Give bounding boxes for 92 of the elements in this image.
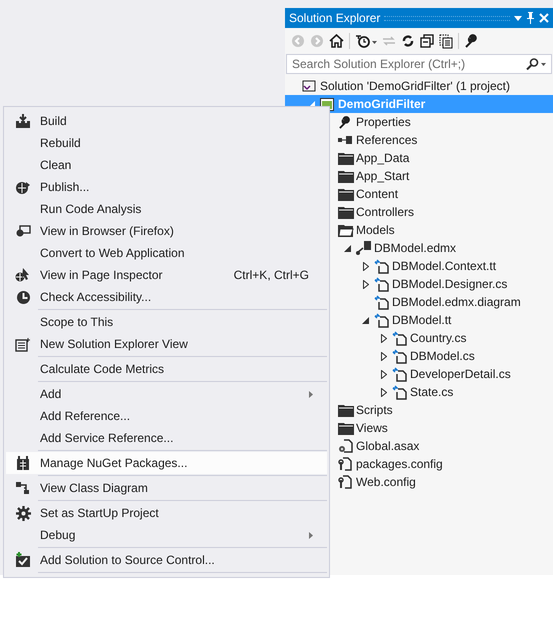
tree-item[interactable]: Web.config xyxy=(356,473,416,491)
folder-icon xyxy=(338,224,354,236)
config-file-icon xyxy=(338,457,353,471)
window-list-icon xyxy=(15,336,31,352)
search-field[interactable]: Search Solution Explorer (Ctrl+;) xyxy=(286,54,552,74)
menu-item[interactable]: Run Code Analysis xyxy=(6,198,327,220)
expanded-arrow-icon[interactable] xyxy=(344,244,351,252)
tree-item[interactable]: Content xyxy=(356,185,398,203)
tree-item[interactable]: Scripts xyxy=(356,401,393,419)
generated-file-icon xyxy=(374,276,389,292)
model-icon xyxy=(356,241,372,255)
tree-item[interactable]: DBModel.Context.tt xyxy=(392,257,496,275)
tree-item[interactable]: App_Data xyxy=(356,149,410,167)
folder-icon xyxy=(338,206,354,218)
tree-item[interactable]: DBModel.tt xyxy=(392,311,452,329)
folder-icon xyxy=(338,152,354,164)
class-diagram-icon xyxy=(15,481,31,495)
menu-item[interactable]: Manage NuGet Packages... xyxy=(6,452,327,474)
menu-item[interactable]: Convert to Web Application xyxy=(6,242,327,264)
collapsed-arrow-icon[interactable] xyxy=(362,262,368,270)
tree-item[interactable]: Solution 'DemoGridFilter' (1 project) xyxy=(320,77,510,95)
tree-item[interactable]: DBModel.cs xyxy=(410,347,475,365)
references-icon xyxy=(338,136,352,144)
globe-cursor-icon xyxy=(15,267,31,283)
close-icon[interactable] xyxy=(539,13,549,23)
generated-file-icon xyxy=(392,330,407,346)
dropdown-icon[interactable] xyxy=(514,16,522,20)
tree-item[interactable]: DBModel.edmx xyxy=(374,239,456,257)
tree-item[interactable]: State.cs xyxy=(410,383,454,401)
menu-item[interactable]: Add Service Reference... xyxy=(6,427,327,449)
tree-item[interactable]: References xyxy=(356,131,418,149)
menu-item[interactable]: Clean xyxy=(6,154,327,176)
expanded-arrow-icon[interactable] xyxy=(362,316,369,324)
collapsed-arrow-icon[interactable] xyxy=(380,334,386,342)
tree-item[interactable]: Views xyxy=(356,419,388,437)
folder-icon xyxy=(338,422,354,434)
tree-item[interactable]: App_Start xyxy=(356,167,410,185)
collapse-all-icon[interactable] xyxy=(420,34,434,48)
tree-item[interactable]: DeveloperDetail.cs xyxy=(410,365,511,383)
globe-icon xyxy=(15,180,31,194)
menu-item[interactable]: Calculate Code Metrics xyxy=(6,358,327,380)
tree-item[interactable]: Properties xyxy=(356,113,411,131)
package-icon xyxy=(16,455,30,471)
menu-item[interactable]: Build xyxy=(6,110,327,132)
window-title: Solution Explorer xyxy=(289,10,380,27)
generated-file-icon xyxy=(392,384,407,400)
tree-item[interactable]: Models xyxy=(356,221,395,239)
menu-item[interactable]: View in Page Inspector Ctrl+K, Ctrl+G xyxy=(6,264,327,286)
show-all-files-icon[interactable] xyxy=(439,34,453,48)
menu-item[interactable]: Add Reference... xyxy=(6,405,327,427)
generated-file-icon xyxy=(374,312,389,328)
tree-item[interactable]: DBModel.Designer.cs xyxy=(392,275,508,293)
generated-file-icon xyxy=(374,258,389,274)
menu-item[interactable]: Rebuild xyxy=(6,132,327,154)
menu-item[interactable]: View Class Diagram xyxy=(6,477,327,499)
collapsed-arrow-icon[interactable] xyxy=(380,370,386,378)
menu-item[interactable]: Check Accessibility... xyxy=(6,286,327,308)
menu-item[interactable]: View in Browser (Firefox) xyxy=(6,220,327,242)
gear-file-icon xyxy=(338,439,353,453)
tree-item[interactable]: Global.asax xyxy=(356,437,420,455)
menu-item[interactable]: Publish... xyxy=(6,176,327,198)
tree-item[interactable]: DBModel.edmx.diagram xyxy=(392,293,521,311)
home-icon[interactable] xyxy=(329,34,344,48)
menu-item[interactable]: Add xyxy=(6,383,327,405)
menu-item[interactable]: New Solution Explorer View xyxy=(6,333,327,355)
collapsed-arrow-icon[interactable] xyxy=(380,352,386,360)
collapsed-arrow-icon[interactable] xyxy=(380,388,386,396)
menu-item[interactable]: Scope to This xyxy=(6,311,327,333)
browser-icon xyxy=(16,225,30,237)
solution-icon xyxy=(302,80,316,92)
clock-icon xyxy=(16,290,30,304)
collapsed-arrow-icon[interactable] xyxy=(362,280,368,288)
pin-icon[interactable] xyxy=(526,12,535,24)
tree-item[interactable]: Country.cs xyxy=(410,329,466,347)
history-icon[interactable] xyxy=(355,34,377,48)
generated-file-icon xyxy=(392,348,407,364)
folder-icon xyxy=(338,170,354,182)
source-control-icon xyxy=(15,552,31,568)
search-icon[interactable] xyxy=(526,58,546,70)
config-file-icon xyxy=(338,475,353,489)
refresh-icon[interactable] xyxy=(401,34,415,48)
build-icon xyxy=(15,113,31,129)
tree-item[interactable]: Controllers xyxy=(356,203,414,221)
folder-icon xyxy=(338,188,354,200)
generated-file-icon xyxy=(374,294,389,310)
gear-icon xyxy=(16,506,30,520)
menu-item[interactable]: Add Solution to Source Control... xyxy=(6,549,327,571)
folder-icon xyxy=(338,404,354,416)
menu-item[interactable]: Set as StartUp Project xyxy=(6,502,327,524)
tree-item[interactable]: packages.config xyxy=(356,455,443,473)
menu-item[interactable]: Debug xyxy=(6,524,327,546)
generated-file-icon xyxy=(392,366,407,382)
